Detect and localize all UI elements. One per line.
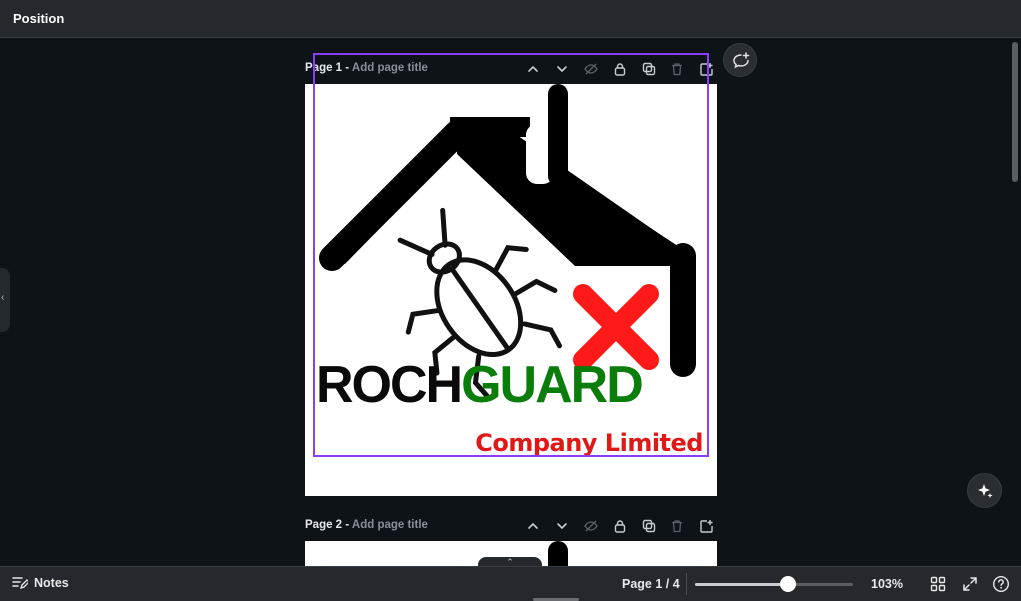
expand-pages-button[interactable]: ⌃ [478,557,542,566]
tagline-text[interactable]: Company Limited [475,429,703,457]
add-page-icon [700,520,713,533]
canvas-area[interactable]: ‹ Page 1 - Add page title ROCHGUARD Comp… [0,39,1021,566]
bottom-bar: Notes Page 1 / 4 103% [0,566,1021,601]
page-2-title-input[interactable]: Add page title [352,519,428,531]
chevron-down-icon [557,66,567,73]
vertical-scrollbar[interactable] [1012,42,1018,182]
page-1-number: Page 1 - [305,62,350,74]
page-2-header: Page 2 - Add page title [305,516,717,536]
delete-icon [672,520,682,533]
magic-assistant-button[interactable] [967,473,1002,508]
hide-page-button[interactable] [581,516,601,536]
zoom-slider-track[interactable] [695,583,853,586]
move-page-up-button[interactable] [523,516,543,536]
chevron-up-icon [528,522,538,529]
zoom-slider-thumb[interactable] [780,576,796,592]
grid-view-button[interactable] [929,575,947,593]
help-icon [992,575,1010,593]
duplicate-icon [642,519,656,533]
grid-view-icon [930,576,946,592]
duplicate-page-button[interactable] [639,59,659,79]
magic-sparkle-icon [978,484,993,498]
roof-ridge [450,117,530,137]
page-indicator[interactable]: Page 1 / 4 [622,577,680,591]
lock-icon [614,520,626,533]
delete-icon [672,63,682,76]
move-page-down-button[interactable] [552,516,572,536]
notes-icon [12,577,28,590]
chevron-up-icon [528,65,538,72]
duplicate-icon [642,62,656,76]
roof-fill [457,124,688,266]
delete-page-button[interactable] [667,59,687,79]
fullscreen-icon [963,577,977,591]
brand-wordmark-guard: GUARD [461,356,644,414]
roof-left-slope [319,120,470,271]
lock-icon [614,63,626,76]
page-1-label: Page 1 - Add page title [305,62,428,74]
hide-icon [584,520,598,532]
move-page-down-button[interactable] [552,59,572,79]
notes-label: Notes [34,576,69,590]
notes-button[interactable]: Notes [12,576,69,590]
lock-page-button[interactable] [610,516,630,536]
add-page-icon [700,63,713,76]
help-button[interactable] [992,575,1010,593]
chevron-down-icon [557,523,567,530]
chevron-up-icon: ⌃ [506,557,514,566]
brand-wordmark[interactable]: ROCHGUARD [316,356,644,414]
add-page-button[interactable] [696,59,716,79]
lock-page-button[interactable] [610,59,630,79]
hide-page-button[interactable] [581,59,601,79]
comment-add-icon [733,52,750,69]
hide-icon [584,63,598,75]
chevron-left-icon: ‹ [1,292,5,303]
side-panel-toggle[interactable]: ‹ [0,268,10,332]
divider [686,573,687,595]
zoom-slider-fill [695,583,782,586]
add-page-button[interactable] [696,516,716,536]
page-1-title-input[interactable]: Add page title [352,62,428,74]
zoom-level[interactable]: 103% [871,577,903,591]
panel-title: Position [13,11,65,26]
fullscreen-button[interactable] [961,575,979,593]
page-1-header: Page 1 - Add page title [305,59,717,79]
page-2-number: Page 2 - [305,519,350,531]
brand-wordmark-roch: ROCH [316,356,463,414]
top-bar: Position [0,0,1021,38]
duplicate-page-button[interactable] [639,516,659,536]
page-2-label: Page 2 - Add page title [305,519,428,531]
page-1-canvas[interactable]: ROCHGUARD Company Limited [305,84,717,496]
delete-page-button[interactable] [667,516,687,536]
move-page-up-button[interactable] [523,59,543,79]
add-comment-button[interactable] [723,43,757,77]
